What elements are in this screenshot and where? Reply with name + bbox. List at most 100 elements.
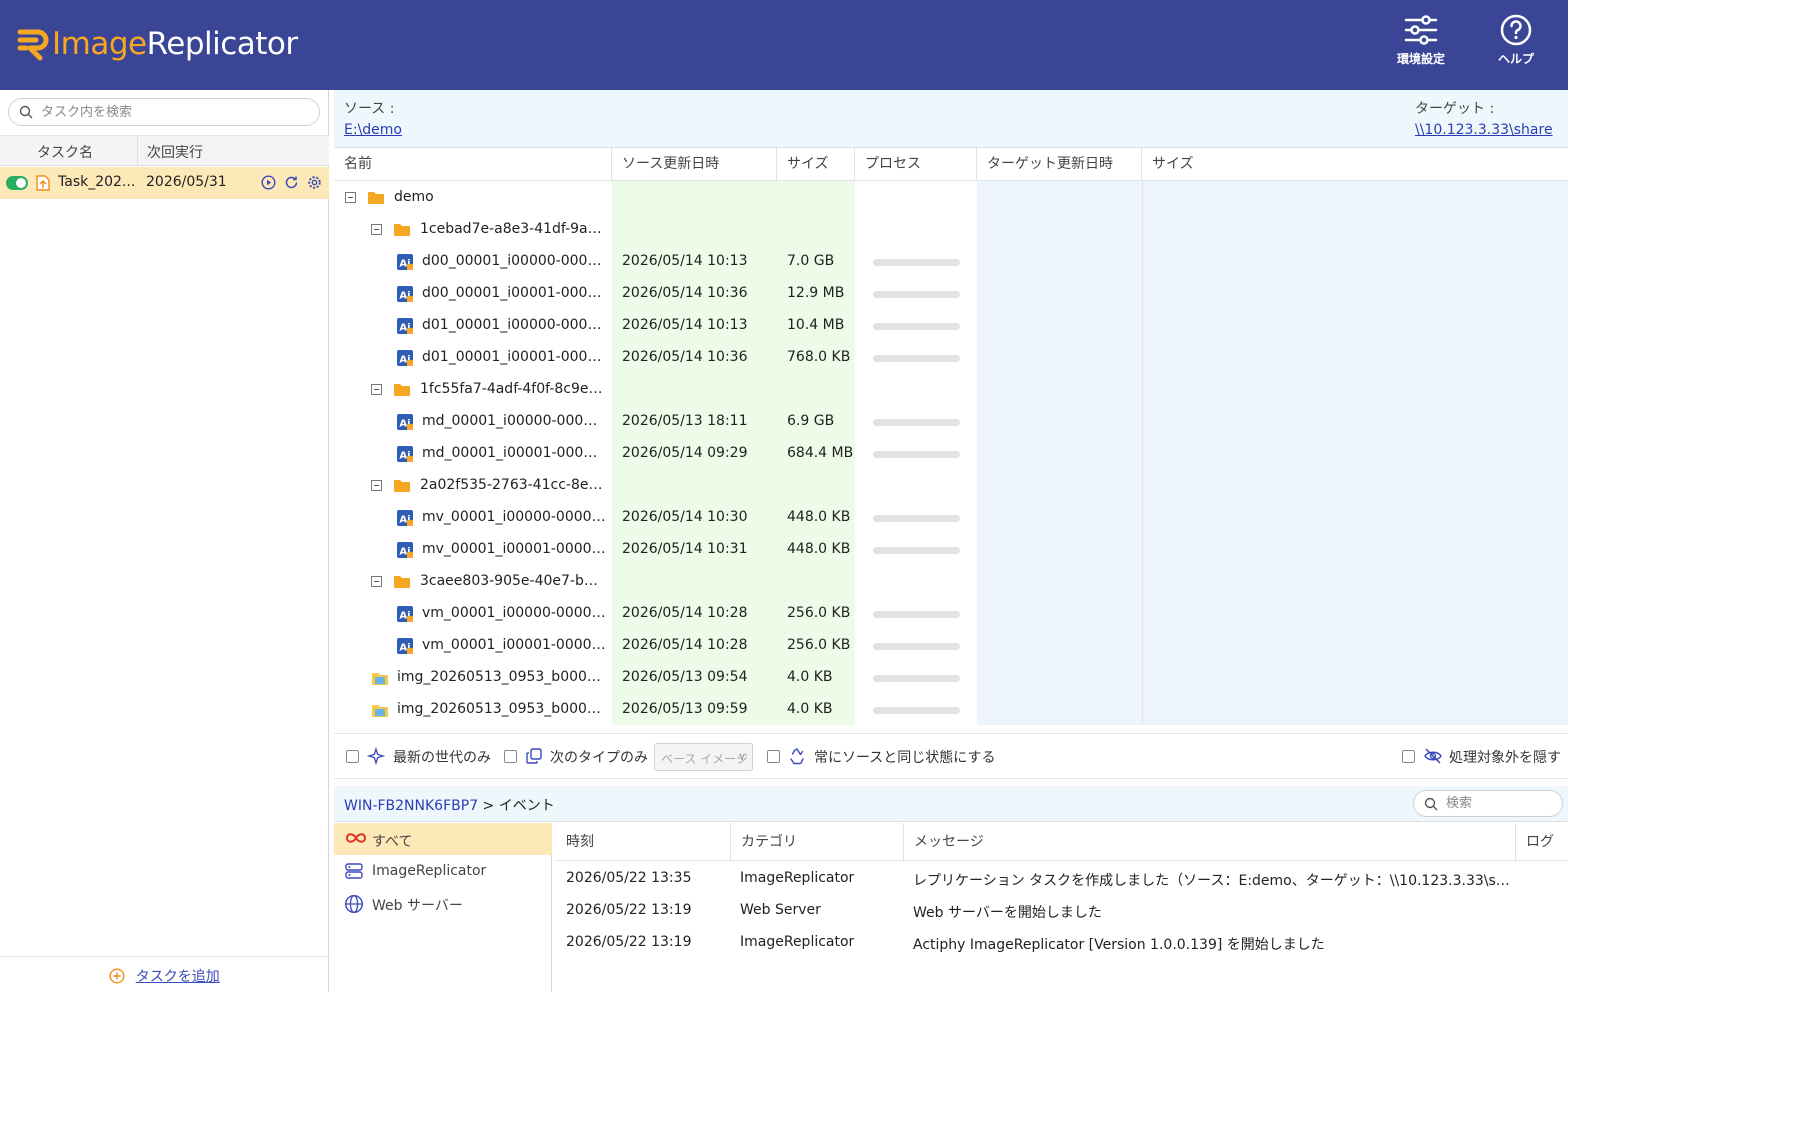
task-search-box[interactable]: [8, 98, 320, 126]
event-message: Web サーバーを開始しました: [913, 905, 1102, 921]
file-name: md_00001_i00001-00001.aii: [422, 445, 606, 461]
file-row[interactable]: Ai d01_00001_i00001-00001.aii 2026/05/14 1…: [334, 342, 1568, 374]
latest-gen-checkbox[interactable]: [346, 750, 359, 763]
folder-name: 1fc55fa7-4adf-4f0f-8c9e-57...: [420, 381, 604, 397]
file-row[interactable]: Ai d01_00001_i00000-00000.aiv 2026/05/14 1…: [334, 310, 1568, 342]
file-row[interactable]: Ai mv_00001_i00000-00000.aiv 2026/05/14 10…: [334, 502, 1568, 534]
col-time[interactable]: 時刻: [556, 823, 731, 861]
help-button[interactable]: ヘルプ: [1480, 14, 1552, 76]
ai-image-file-icon: Ai: [397, 510, 413, 526]
file-row[interactable]: Ai vm_00001_i00000-00000.aiv 2026/05/14 10…: [334, 598, 1568, 630]
add-task-label: タスクを追加: [135, 969, 220, 985]
folder-row[interactable]: demo: [334, 182, 1568, 214]
source-modified: 2026/05/14 10:28: [622, 637, 748, 653]
help-label: ヘルプ: [1497, 52, 1534, 66]
source-path-link[interactable]: E:\demo: [344, 122, 402, 138]
process-progress-bar: [873, 291, 960, 298]
globe-icon: [344, 894, 364, 914]
source-size: 256.0 KB: [787, 605, 851, 621]
refresh-icon[interactable]: [284, 175, 299, 190]
category-imagereplicator[interactable]: ImageReplicator: [334, 855, 552, 887]
col-task-name[interactable]: タスク名: [37, 142, 93, 162]
col-name[interactable]: 名前: [334, 148, 612, 180]
file-row[interactable]: Ai mv_00001_i00001-00001.aii 2026/05/14 10…: [334, 534, 1568, 566]
category-web-server[interactable]: Web サーバー: [334, 887, 552, 919]
ai-image-file-icon: Ai: [397, 542, 413, 558]
logo-text-image: Image: [52, 26, 147, 62]
source-modified: 2026/05/14 10:36: [622, 285, 748, 301]
collapse-toggle[interactable]: [371, 480, 382, 491]
folder-row[interactable]: 1cebad7e-a8e3-41df-9a65-b...: [334, 214, 1568, 246]
image-type-select[interactable]: ベース イメージ ∨: [654, 743, 753, 771]
col-source-size[interactable]: サイズ: [777, 148, 855, 180]
folder-name: 1cebad7e-a8e3-41df-9a65-b...: [420, 221, 604, 237]
category-all[interactable]: すべて: [334, 823, 552, 855]
breadcrumb-host[interactable]: WIN-FB2NNK6FBP7: [344, 798, 478, 814]
task-row[interactable]: Task_202... 2026/05/31: [0, 167, 329, 199]
search-icon: [19, 105, 33, 119]
target-path-link[interactable]: \\10.123.3.33\share: [1415, 122, 1553, 138]
col-source-modified[interactable]: ソース更新日時: [612, 148, 777, 180]
event-row[interactable]: 2026/05/22 13:19 ImageReplicator Actiphy…: [556, 927, 1568, 959]
folder-icon: [394, 384, 410, 396]
folder-row[interactable]: 3caee803-905e-40e7-bdc8-...: [334, 566, 1568, 598]
next-type-label: 次のタイプのみ: [550, 750, 648, 766]
event-row[interactable]: 2026/05/22 13:35 ImageReplicator レプリケーショ…: [556, 863, 1568, 895]
folder-name: demo: [394, 189, 434, 205]
task-enable-toggle[interactable]: [6, 176, 28, 190]
event-search-box[interactable]: [1413, 790, 1563, 817]
gear-icon[interactable]: [307, 175, 322, 190]
chevron-down-icon: ∨: [737, 750, 746, 763]
run-icon[interactable]: [261, 175, 276, 190]
file-row[interactable]: Ai vm_00001_i00001-00001.aii 2026/05/14 10…: [334, 630, 1568, 662]
folder-row[interactable]: 2a02f535-2763-41cc-8ece-2...: [334, 470, 1568, 502]
event-category: ImageReplicator: [740, 934, 855, 950]
collapse-toggle[interactable]: [345, 192, 356, 203]
file-row[interactable]: Ai d00_00001_i00000-00000.aiv 2026/05/14 1…: [334, 246, 1568, 278]
col-target-size[interactable]: サイズ: [1142, 148, 1568, 180]
process-progress-bar: [873, 675, 960, 682]
event-time: 2026/05/22 13:19: [566, 902, 692, 918]
file-name: md_00001_i00000-00000.aiv: [422, 413, 606, 429]
collapse-toggle[interactable]: [371, 576, 382, 587]
source-size: 12.9 MB: [787, 285, 845, 301]
sparkle-icon: [367, 747, 385, 765]
file-name: img_20260513_0953_b00001_i...: [397, 701, 606, 717]
hide-excluded-checkbox[interactable]: [1402, 750, 1415, 763]
source-label: ソース :: [344, 101, 395, 117]
file-grid-header: 名前 ソース更新日時 サイズ プロセス ターゲット更新日時 サイズ: [334, 148, 1568, 181]
file-row[interactable]: Ai md_00001_i00001-00001.aii 2026/05/14 09…: [334, 438, 1568, 470]
source-modified: 2026/05/14 10:28: [622, 605, 748, 621]
col-message[interactable]: メッセージ: [904, 823, 1516, 861]
event-row[interactable]: 2026/05/22 13:19 Web Server Web サーバーを開始し…: [556, 895, 1568, 927]
file-name: d01_00001_i00000-00000.aiv: [422, 317, 606, 333]
col-next-run[interactable]: 次回実行: [147, 142, 203, 162]
settings-button[interactable]: 環境設定: [1385, 14, 1457, 76]
folder-row[interactable]: 1fc55fa7-4adf-4f0f-8c9e-57...: [334, 374, 1568, 406]
recycle-icon: [790, 748, 804, 765]
logo-text-replicator: Replicator: [146, 26, 299, 62]
col-process[interactable]: プロセス: [855, 148, 977, 180]
process-progress-bar: [873, 355, 960, 362]
file-row[interactable]: Ai d00_00001_i00001-00001.aii 2026/05/14 1…: [334, 278, 1568, 310]
file-name: vm_00001_i00001-00001.aii: [422, 637, 606, 653]
event-time: 2026/05/22 13:35: [566, 870, 692, 886]
file-row[interactable]: img_20260513_0953_b00001_i... 2026/05/13 …: [334, 694, 1568, 726]
event-search-input[interactable]: [1446, 794, 1556, 813]
file-row[interactable]: Ai md_00001_i00000-00000.aiv 2026/05/13 18…: [334, 406, 1568, 438]
col-category[interactable]: カテゴリ: [731, 823, 904, 861]
collapse-toggle[interactable]: [371, 384, 382, 395]
next-type-checkbox[interactable]: [504, 750, 517, 763]
eye-off-icon: [1424, 748, 1442, 764]
collapse-toggle[interactable]: [371, 224, 382, 235]
task-search-input[interactable]: [41, 102, 311, 122]
search-icon: [1424, 797, 1438, 811]
add-task-button[interactable]: タスクを追加: [0, 956, 329, 992]
mirror-checkbox[interactable]: [767, 750, 780, 763]
file-row[interactable]: img_20260513_0953_b00001.afb 2026/05/13 0…: [334, 662, 1568, 694]
col-target-modified[interactable]: ターゲット更新日時: [977, 148, 1142, 180]
source-size: 768.0 KB: [787, 349, 851, 365]
col-log[interactable]: ログ: [1516, 823, 1568, 861]
events-breadcrumb-bar: WIN-FB2NNK6FBP7 > イベント: [334, 786, 1568, 822]
process-progress-bar: [873, 259, 960, 266]
